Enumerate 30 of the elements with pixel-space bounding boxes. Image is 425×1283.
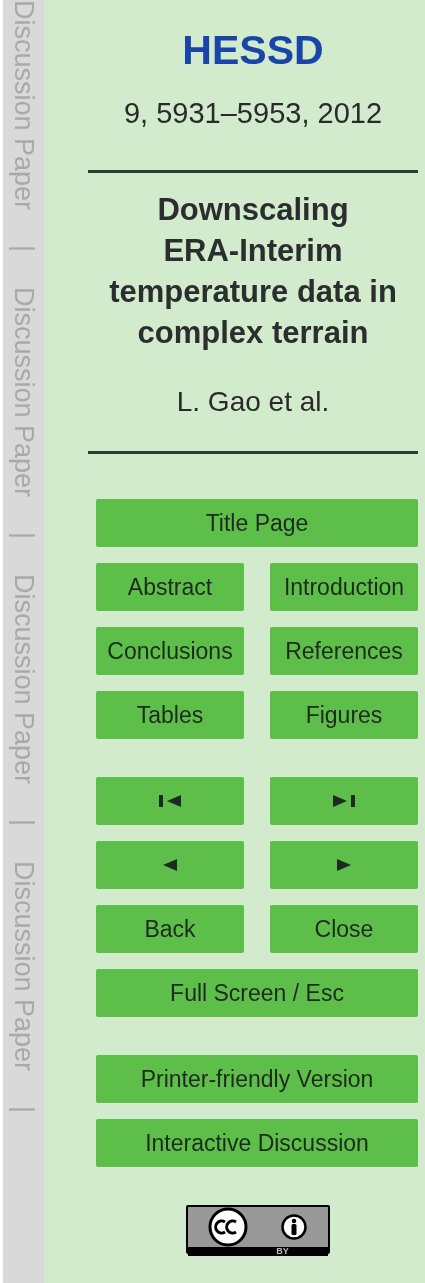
margin-label: | bbox=[10, 1106, 37, 1114]
nav-icon-button[interactable] bbox=[270, 841, 418, 889]
nav-button[interactable]: Interactive Discussion bbox=[96, 1119, 418, 1167]
license-caption: BY bbox=[276, 1247, 289, 1256]
nav-button[interactable]: Title Page bbox=[96, 499, 418, 547]
nav-button[interactable]: Introduction bbox=[270, 563, 418, 611]
nav-icon-button[interactable] bbox=[96, 777, 244, 825]
nav-button[interactable]: References bbox=[270, 627, 418, 675]
skip-back-icon bbox=[159, 794, 181, 808]
nav-button[interactable]: Close bbox=[270, 905, 418, 953]
nav-button[interactable]: Abstract bbox=[96, 563, 244, 611]
triangle-left-icon bbox=[163, 858, 177, 872]
nav-button[interactable]: Figures bbox=[270, 691, 418, 739]
margin-label: | bbox=[10, 245, 37, 253]
nav-button[interactable]: Full Screen / Esc bbox=[96, 969, 418, 1017]
nav-button[interactable]: Printer-friendly Version bbox=[96, 1055, 418, 1103]
authors: L. Gao et al. bbox=[176, 385, 330, 419]
journal-name: HESSD bbox=[182, 26, 324, 74]
margin-label: | bbox=[10, 532, 37, 540]
margin-label: | bbox=[10, 819, 37, 827]
citation: 9, 5931–5953, 2012 bbox=[124, 96, 382, 130]
triangle-right-icon bbox=[337, 858, 351, 872]
nav-button[interactable]: Tables bbox=[96, 691, 244, 739]
skip-forward-icon bbox=[333, 794, 355, 808]
nav-icon-button[interactable] bbox=[96, 841, 244, 889]
person-icon bbox=[281, 1214, 307, 1240]
nav-button[interactable]: Conclusions bbox=[96, 627, 244, 675]
nav-button[interactable]: Back bbox=[96, 905, 244, 953]
nav-icon-button[interactable] bbox=[270, 777, 418, 825]
paper-title: Downscaling ERA-Interim temperature data in complex terrain bbox=[108, 191, 398, 352]
